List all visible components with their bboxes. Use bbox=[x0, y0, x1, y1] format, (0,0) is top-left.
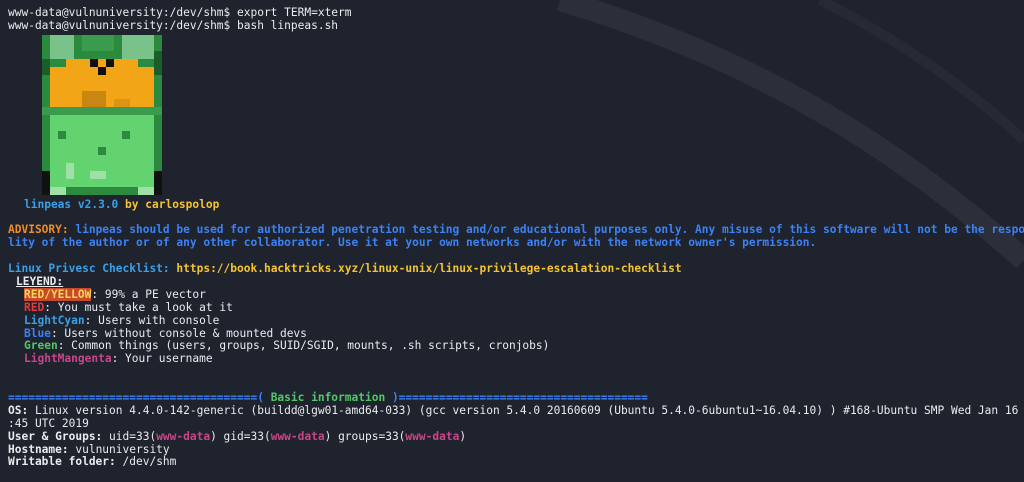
banner-right: )===================================== bbox=[385, 391, 648, 405]
banner-left: =====================================( bbox=[8, 391, 271, 405]
legend-desc: : Users without console & mounted devs bbox=[50, 326, 307, 340]
advisory-line-2: lity of the author or of any other colla… bbox=[8, 236, 1020, 250]
legend-key-red: RED bbox=[24, 300, 45, 314]
legend-title: LEYEND: bbox=[16, 275, 64, 289]
legend-desc: : Your username bbox=[111, 352, 213, 366]
banner-title: Basic information bbox=[270, 391, 386, 405]
author-text: carlospolop bbox=[145, 197, 220, 211]
legend-key-blue: Blue bbox=[24, 326, 51, 340]
username-uid: www-data bbox=[156, 429, 211, 443]
groups-end: ) bbox=[459, 429, 467, 443]
gid-text: ) gid=33( bbox=[210, 429, 271, 443]
advisory-text-1: linpeas should be used for authorized pe… bbox=[68, 223, 1024, 237]
command-export: www-data@vulnuniversity:/dev/shm$ export… bbox=[8, 5, 352, 19]
writable-label: Writable folder: bbox=[8, 455, 116, 469]
os-label: OS: bbox=[8, 403, 29, 417]
writable-value: /dev/shm bbox=[115, 455, 177, 469]
terminal-output[interactable]: www-data@vulnuniversity:/dev/shm$ export… bbox=[8, 0, 1024, 469]
hostname-value: vulnuniversity bbox=[68, 442, 170, 456]
legend-key-lightmagenta: LightMangenta bbox=[24, 352, 112, 366]
version-line: linpeas v2.3.0 by carlospolop bbox=[8, 197, 1020, 212]
legend-key-lightcyan: LightCyan bbox=[24, 313, 85, 327]
by-text: by bbox=[118, 197, 146, 211]
command-bash: www-data@vulnuniversity:/dev/shm$ bash l… bbox=[8, 18, 339, 32]
uid-text: uid=33( bbox=[102, 429, 157, 443]
hostname-label: Hostname: bbox=[8, 442, 69, 456]
linpeas-logo-art bbox=[42, 34, 162, 195]
checklist-url[interactable]: https://book.hacktricks.xyz/linux-unix/l… bbox=[170, 262, 681, 275]
writable-folder-line: Writable folder: /dev/shm bbox=[8, 456, 1020, 469]
legend-key-red-yellow: RED/YELLOW bbox=[24, 287, 92, 301]
legend-item: LightMangenta: Your username bbox=[8, 352, 1020, 366]
os-text-1: Linux version 4.4.0-142-generic (buildd@… bbox=[28, 403, 1024, 417]
legend-desc: : 99% a PE vector bbox=[91, 287, 206, 301]
legend-desc: : Users with console bbox=[84, 313, 220, 327]
checklist-label: Linux Privesc Checklist: bbox=[8, 262, 170, 276]
user-groups-label: User & Groups: bbox=[8, 429, 103, 443]
advisory-label: ADVISORY: bbox=[8, 223, 69, 237]
groups-text: ) groups=33( bbox=[324, 429, 406, 443]
legend-desc: : Common things (users, groups, SUID/SGI… bbox=[57, 339, 550, 353]
version-text: linpeas v2.3.0 bbox=[24, 197, 119, 211]
checklist-line: Linux Privesc Checklist: https://book.ha… bbox=[8, 262, 1020, 276]
legend-key-green: Green bbox=[24, 339, 58, 353]
os-text-2: :45 UTC 2019 bbox=[8, 416, 89, 430]
advisory-text-2: lity of the author or of any other colla… bbox=[8, 236, 817, 250]
username-groups: www-data bbox=[405, 429, 460, 443]
legend-desc: : You must take a look at it bbox=[44, 300, 233, 314]
username-gid: www-data bbox=[270, 429, 325, 443]
os-line-1: OS: Linux version 4.4.0-142-generic (bui… bbox=[8, 403, 1020, 418]
